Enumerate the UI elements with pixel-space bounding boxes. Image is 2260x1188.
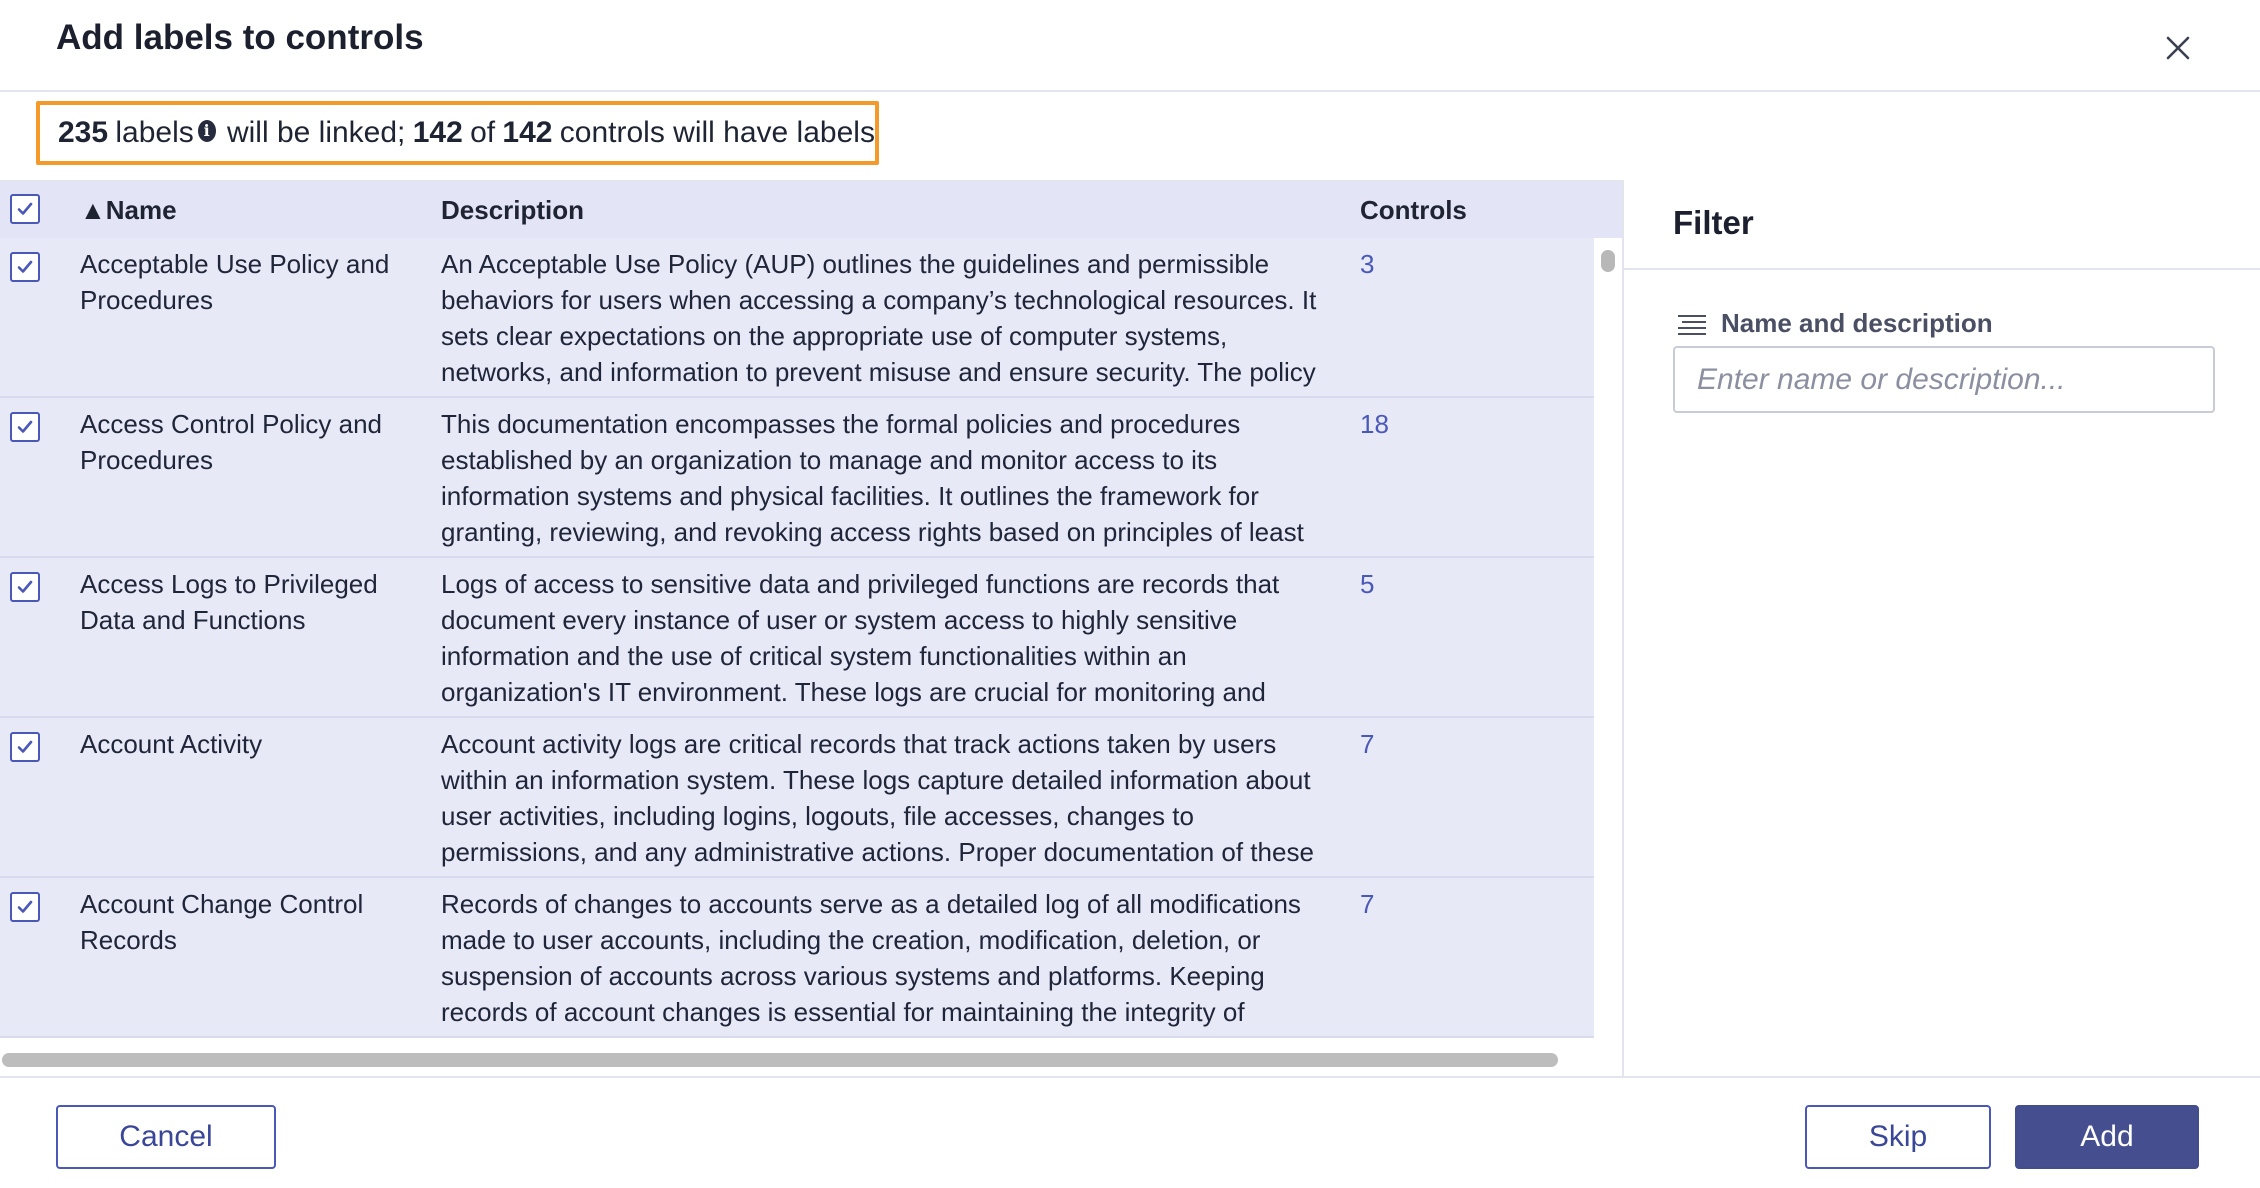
row-name: Access Logs to Privileged Data and Funct… [80,569,378,635]
table-row[interactable]: Acceptable Use Policy and Procedures An … [0,238,1594,398]
row-description: Account activity logs are critical recor… [441,729,1314,867]
row-checkbox[interactable] [10,892,40,922]
row-name: Account Change Control Records [80,889,364,955]
labels-count: 235 [58,116,109,149]
close-icon[interactable] [2158,28,2198,68]
table-header: ▲Name Description Controls [0,182,1622,238]
row-controls-link[interactable]: 3 [1360,246,1374,282]
dialog-header: Add labels to controls [0,0,2260,92]
row-description: An Acceptable Use Policy (AUP) outlines … [441,249,1317,387]
horizontal-scrollbar[interactable] [0,1048,1594,1072]
row-controls-link[interactable]: 18 [1360,406,1389,442]
info-icon[interactable]: i [197,120,216,142]
vertical-scrollbar[interactable] [1594,238,1622,1038]
column-header-controls[interactable]: Controls [1360,195,1467,226]
controls-text: controls will have labels [559,116,875,149]
table-row[interactable]: Account Change Control Records Records o… [0,878,1594,1038]
row-description: Records of changes to accounts serve as … [441,889,1301,1027]
select-all-checkbox[interactable] [10,194,40,224]
vertical-scrollbar-thumb[interactable] [1601,250,1615,272]
labels-table: ▲Name Description Controls Acceptable Us… [0,180,1622,1073]
filter-title: Filter [1673,204,1754,241]
dialog-footer: Cancel Skip Add [0,1076,2260,1188]
skip-button[interactable]: Skip [1805,1105,1991,1169]
table-row[interactable]: Access Control Policy and Procedures Thi… [0,398,1594,558]
row-controls-link[interactable]: 7 [1360,886,1374,922]
linked-text: will be linked; [226,116,406,149]
horizontal-scrollbar-thumb[interactable] [2,1053,1558,1067]
table-row[interactable]: Access Logs to Privileged Data and Funct… [0,558,1594,718]
row-name: Account Activity [80,729,263,759]
row-description: This documentation encompasses the forma… [441,409,1304,547]
column-header-name[interactable]: ▲Name [80,195,177,226]
name-description-filter-input[interactable] [1673,346,2215,413]
row-controls-link[interactable]: 7 [1360,726,1374,762]
column-header-description[interactable]: Description [441,195,584,226]
filter-field-label: Name and description [1721,308,1993,338]
dialog-title: Add labels to controls [56,18,424,57]
controls-total: 142 [502,116,553,149]
row-controls-link[interactable]: 5 [1360,566,1374,602]
row-checkbox[interactable] [10,412,40,442]
row-description: Logs of access to sensitive data and pri… [441,569,1280,707]
table-body: Acceptable Use Policy and Procedures An … [0,238,1594,1038]
row-checkbox[interactable] [10,732,40,762]
row-name: Acceptable Use Policy and Procedures [80,249,390,315]
sort-ascending-icon: ▲ [80,195,106,225]
filter-field-label-row: Name and description [1677,308,1993,339]
filter-divider [1624,268,2260,270]
link-summary: 235 labels i will be linked; 142 of 142 control… [36,101,879,165]
lines-icon [1678,314,1706,335]
add-button[interactable]: Add [2015,1105,2199,1169]
row-name: Access Control Policy and Procedures [80,409,383,475]
table-row[interactable]: Account Activity Account activity logs a… [0,718,1594,878]
labels-word: labels [115,116,194,149]
controls-with-labels: 142 [412,116,463,149]
filter-panel: Filter Name and description [1624,180,2260,1073]
row-checkbox[interactable] [10,572,40,602]
row-checkbox[interactable] [10,252,40,282]
cancel-button[interactable]: Cancel [56,1105,276,1169]
of-word: of [470,116,496,149]
column-name-label: Name [105,195,177,225]
